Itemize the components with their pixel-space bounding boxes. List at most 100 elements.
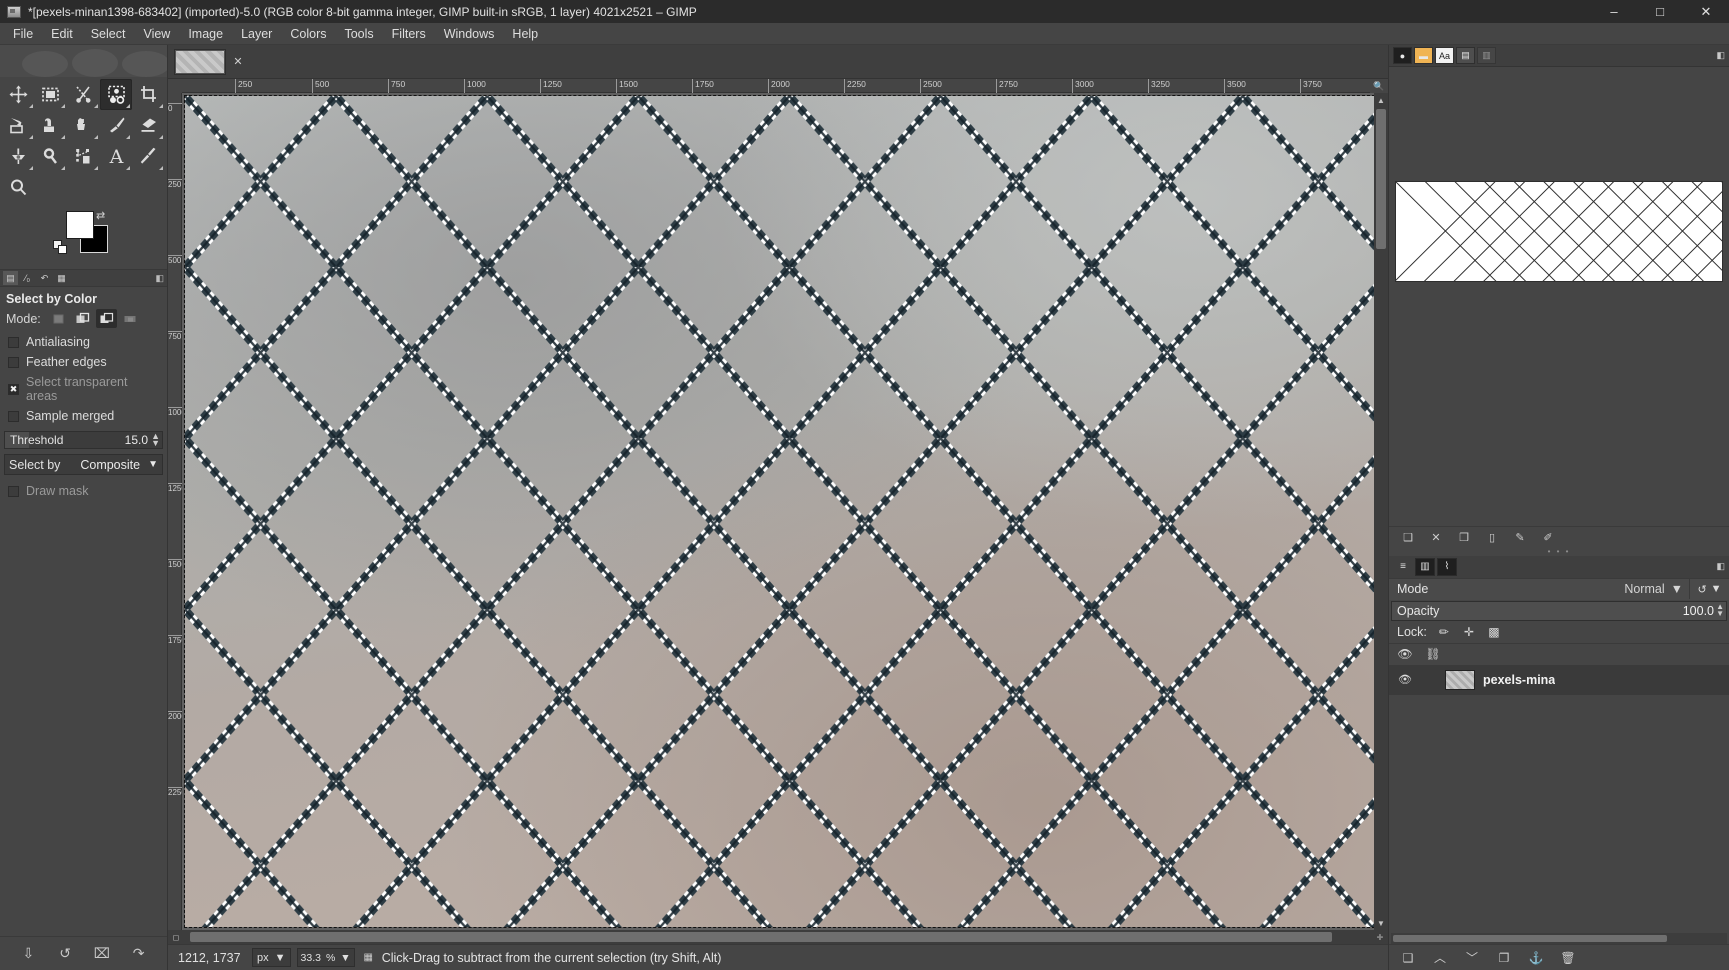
image-content[interactable] — [184, 95, 1375, 928]
navigation-thumbnail[interactable] — [1395, 181, 1723, 282]
menu-layer[interactable]: Layer — [232, 25, 281, 43]
mode-replace-selection[interactable] — [48, 309, 69, 328]
menu-select[interactable]: Select — [82, 25, 135, 43]
maximize-button[interactable]: □ — [1637, 0, 1683, 23]
layer-list[interactable] — [1389, 694, 1729, 933]
move-tool[interactable] — [2, 79, 35, 110]
paintbrush-tool[interactable] — [100, 110, 133, 141]
color-picker-tool[interactable] — [132, 141, 165, 172]
select-by-row[interactable]: Select by Composite ▼ — [4, 454, 163, 475]
duplicate-layer-icon[interactable]: ❒ — [1455, 528, 1473, 546]
anchor-layer-button[interactable]: ⚓ — [1527, 949, 1545, 967]
navigation-preview-button[interactable]: ✛ — [1372, 930, 1388, 944]
brushes-panel[interactable] — [1389, 67, 1729, 177]
antialiasing-checkbox[interactable] — [8, 336, 19, 348]
bucket-fill-tool[interactable] — [67, 110, 100, 141]
mode-subtract-from-selection[interactable] — [95, 309, 117, 328]
text-tool[interactable]: A — [100, 141, 133, 172]
option-sample-merged[interactable]: Sample merged — [0, 406, 167, 426]
reset-layer-mode-button[interactable]: ↺ ▼ — [1689, 579, 1729, 599]
image-tab-thumbnail[interactable] — [174, 48, 226, 75]
layer-opacity-slider[interactable]: Opacity 100.0 ▲ ▼ — [1391, 600, 1727, 621]
channels-tab[interactable]: ▥ — [1415, 557, 1435, 576]
delete-layer-button[interactable]: 🗑 — [1559, 949, 1577, 967]
new-layer-button[interactable]: ❑ — [1399, 949, 1417, 967]
mode-intersect-with-selection[interactable] — [120, 309, 141, 328]
paths-tab[interactable]: ⌇ — [1437, 557, 1457, 576]
menu-windows[interactable]: Windows — [435, 25, 504, 43]
select-by-dropdown[interactable]: Composite ▼ — [80, 458, 158, 472]
sample-merged-checkbox[interactable] — [8, 410, 19, 422]
menu-file[interactable]: File — [4, 25, 42, 43]
threshold-slider[interactable]: Threshold 15.0 ▲ ▼ — [4, 431, 163, 449]
horizontal-scroll-thumb[interactable] — [190, 932, 1332, 942]
draw-mask-checkbox[interactable] — [8, 485, 19, 497]
vertical-scroll-thumb[interactable] — [1376, 109, 1386, 249]
delete-tool-preset-button[interactable]: ⌧ — [91, 943, 113, 965]
zoom-image-window-icon[interactable]: 🔍 — [1370, 79, 1388, 93]
delete-layer-icon[interactable]: ✕ — [1427, 528, 1445, 546]
undo-history-tab-icon[interactable]: ↶ — [37, 271, 52, 285]
feather-edges-checkbox[interactable] — [8, 356, 19, 368]
path-icon[interactable]: ✎ — [1511, 528, 1529, 546]
fonts-tab[interactable]: Aa — [1435, 47, 1454, 64]
layers-tab[interactable]: ≡ — [1393, 558, 1413, 576]
mode-add-to-selection[interactable] — [72, 309, 93, 328]
option-draw-mask[interactable]: Draw mask — [0, 481, 167, 501]
canvas-horizontal-scrollbar[interactable] — [184, 930, 1372, 944]
new-layer-icon[interactable]: ❑ — [1399, 528, 1417, 546]
menu-image[interactable]: Image — [179, 25, 232, 43]
images-tab-icon[interactable]: ▦ — [54, 271, 69, 285]
close-image-icon[interactable]: ✕ — [226, 49, 250, 75]
vertical-ruler[interactable]: 0 250 500 750 1000 1250 1500 1750 2000 2… — [168, 93, 186, 930]
table-row[interactable]: 👁 pexels-mina — [1389, 664, 1729, 695]
clone-tool[interactable] — [35, 141, 68, 172]
opacity-value[interactable]: 100.0 — [1683, 604, 1714, 618]
smudge-tool[interactable] — [2, 141, 35, 172]
lower-layer-button[interactable]: ﹀ — [1463, 949, 1481, 967]
eraser-tool[interactable] — [132, 110, 165, 141]
canvas-vertical-scrollbar[interactable]: ▲ ▼ — [1374, 93, 1388, 930]
threshold-value[interactable]: 15.0 — [125, 433, 148, 447]
patterns-tab[interactable]: ▥ — [1477, 47, 1496, 64]
reset-tool-options-button[interactable]: ↷ — [128, 943, 150, 965]
edit-icon[interactable]: ✐ — [1539, 528, 1557, 546]
crop-tool[interactable] — [132, 79, 165, 110]
brushes-dock-menu-icon[interactable]: ◧ — [1716, 50, 1725, 61]
close-button[interactable]: ✕ — [1683, 0, 1729, 23]
swap-colors-icon[interactable]: ⇄ — [96, 209, 105, 222]
option-feather-edges[interactable]: Feather edges — [0, 352, 167, 372]
layers-horizontal-scrollbar[interactable] — [1391, 933, 1727, 944]
option-antialiasing[interactable]: Antialiasing — [0, 332, 167, 352]
tabstrip-menu-icon[interactable]: ◧ — [155, 273, 164, 284]
warp-transform-tool[interactable] — [35, 110, 68, 141]
menu-help[interactable]: Help — [503, 25, 547, 43]
lock-alpha-icon[interactable]: ▩ — [1486, 624, 1502, 640]
default-colors-icon[interactable] — [53, 240, 67, 254]
device-status-tab-icon[interactable]: ⁄₀ — [20, 271, 35, 285]
zoom-selector[interactable]: 33.3 % ▼ — [296, 948, 355, 967]
zoom-value[interactable]: 33.3 — [301, 952, 321, 964]
quick-mask-toggle[interactable]: ◻ — [168, 930, 184, 944]
scissors-select-tool[interactable] — [67, 79, 100, 110]
layers-dock-menu-icon[interactable]: ◧ — [1716, 561, 1725, 572]
save-tool-preset-button[interactable]: ⇩ — [17, 943, 39, 965]
unit-selector[interactable]: px ▼ — [252, 948, 291, 967]
layer-visibility-icon[interactable]: 👁 — [1397, 673, 1413, 686]
dock-separator-grip[interactable]: • • • — [1389, 547, 1729, 556]
menu-view[interactable]: View — [134, 25, 179, 43]
layer-name[interactable]: pexels-mina — [1483, 673, 1555, 687]
image-canvas[interactable]: ▲ ▼ — [182, 93, 1388, 930]
select-by-color-tool[interactable] — [99, 79, 133, 110]
ruler-corner[interactable] — [168, 79, 182, 93]
raise-layer-button[interactable]: ︿ — [1431, 949, 1449, 967]
tool-options-tab-icon[interactable]: ▤ — [3, 271, 18, 285]
minimize-button[interactable]: – — [1591, 0, 1637, 23]
scroll-down-icon[interactable]: ▼ — [1374, 916, 1388, 930]
lock-pixels-icon[interactable]: ✏ — [1436, 624, 1452, 640]
threshold-spinner-icon[interactable]: ▲ ▼ — [151, 431, 160, 447]
rectangle-select-tool[interactable] — [35, 79, 68, 110]
menu-filters[interactable]: Filters — [383, 25, 435, 43]
document-history-tab[interactable]: ▤ — [1456, 47, 1475, 64]
menu-edit[interactable]: Edit — [42, 25, 82, 43]
